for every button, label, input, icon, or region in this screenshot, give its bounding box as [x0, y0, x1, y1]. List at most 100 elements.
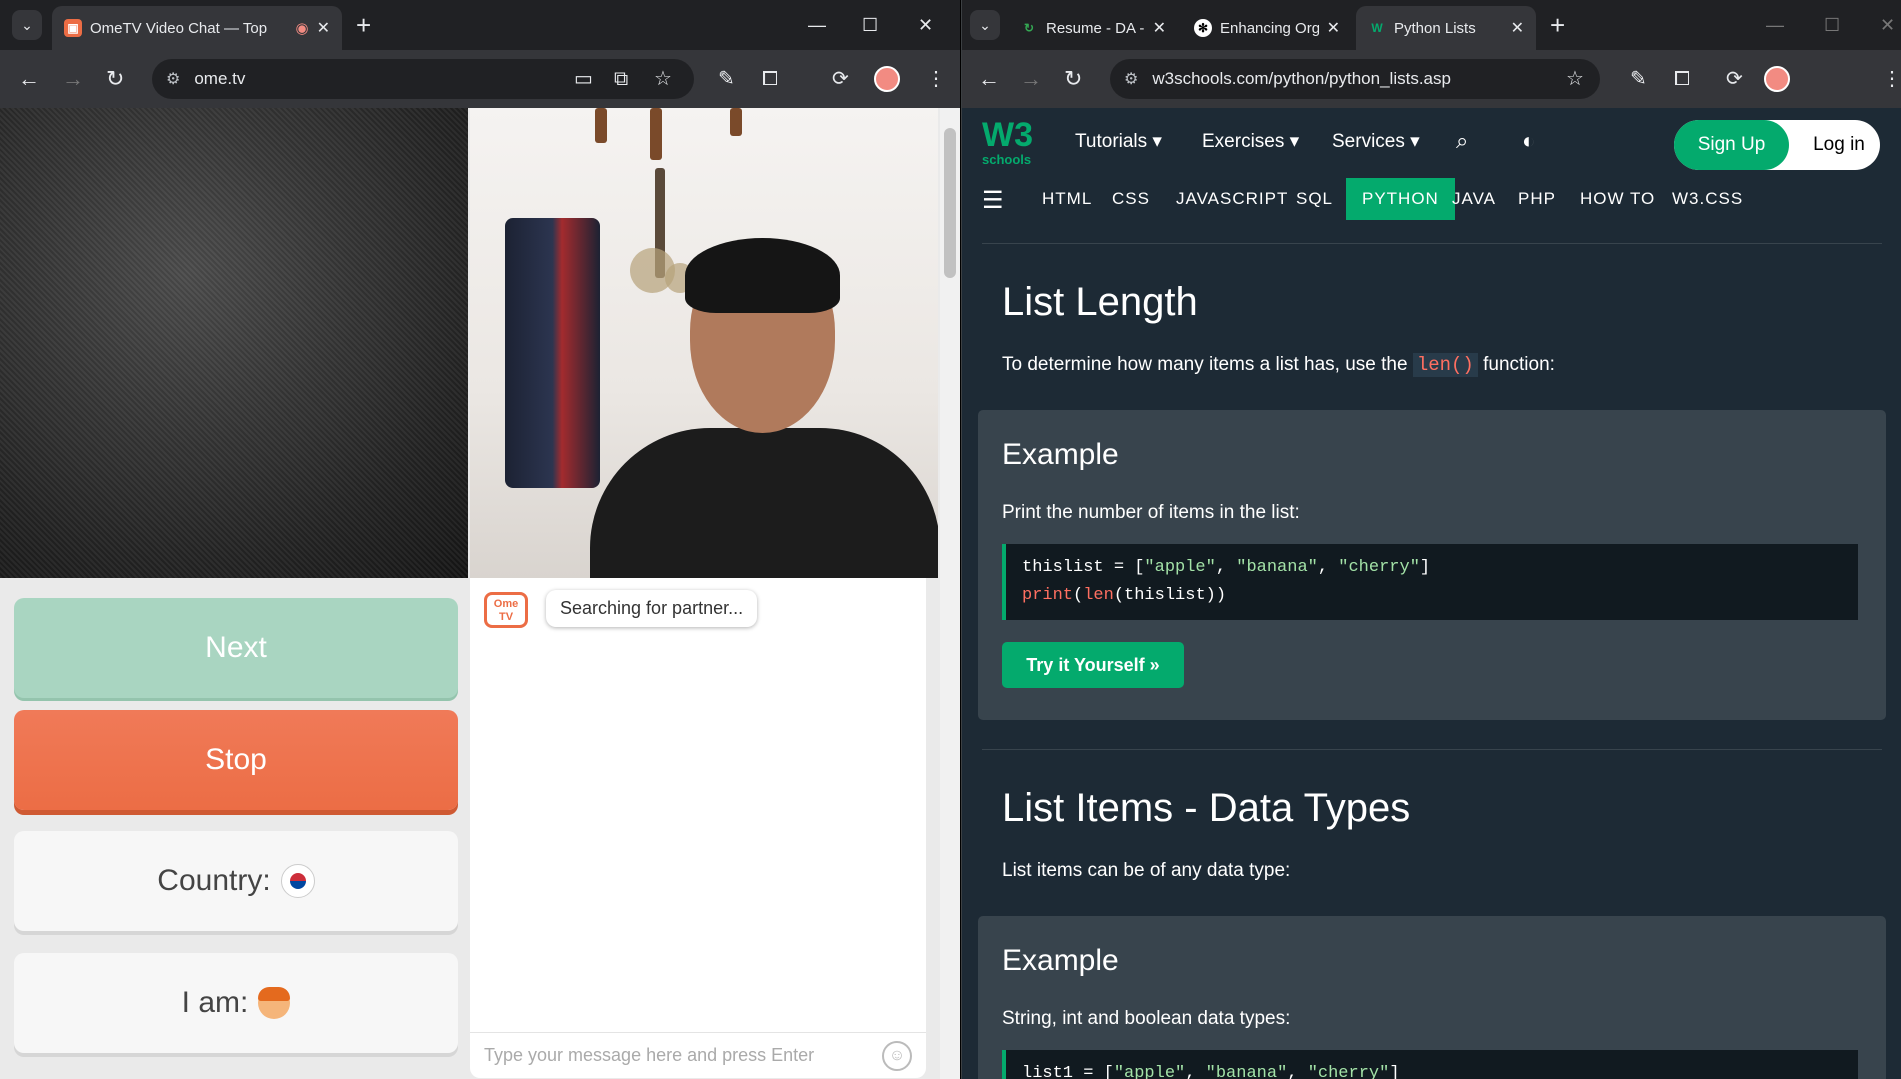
section-intro: List items can be of any data type:: [1002, 860, 1291, 881]
tab-ometv[interactable]: ▣ OmeTV Video Chat — Top ◉ ✕: [52, 6, 342, 50]
code-block: thislist = ["apple", "banana", "cherry"]…: [1002, 544, 1858, 620]
browser-window-right: ⌄ ↻ Resume - DA - Onl ✕ ✻ Enhancing Orga…: [961, 0, 1901, 1079]
back-icon[interactable]: ←: [978, 64, 1000, 94]
log-in-button[interactable]: Log in: [1799, 120, 1879, 170]
forward-icon[interactable]: →: [1020, 64, 1042, 94]
close-icon[interactable]: ✕: [317, 18, 330, 38]
profile-avatar[interactable]: [874, 66, 900, 92]
topic-nav: ☰ HTML CSS JAVASCRIPT SQL PYTHON JAVA PH…: [962, 178, 1901, 222]
code-line: list1 = ["apple", "banana", "cherry"]: [1022, 1064, 1400, 1079]
tab-strip: ⌄ ▣ OmeTV Video Chat — Top ◉ ✕ + — ☐ ✕: [0, 0, 960, 50]
search-icon[interactable]: ⌕: [1456, 128, 1468, 154]
tab-search-button[interactable]: ⌄: [12, 10, 42, 40]
address-bar[interactable]: ⚙ w3schools.com/python/python_lists.asp: [1110, 59, 1600, 99]
topic-php[interactable]: PHP: [1502, 178, 1572, 220]
code-line: print(len(thislist)): [1022, 586, 1227, 605]
intro-text: To determine how many items a list has, …: [1002, 354, 1413, 375]
menu-tutorials[interactable]: Tutorials ▾: [1075, 130, 1162, 153]
example-box: Example String, int and boolean data typ…: [978, 916, 1886, 1079]
message-input[interactable]: Type your message here and press Enter ☺: [470, 1032, 926, 1078]
close-icon[interactable]: ✕: [1327, 18, 1340, 38]
minimize-button[interactable]: —: [1766, 10, 1784, 40]
sync-icon[interactable]: ⟳: [832, 64, 849, 94]
section-title: List Items - Data Types: [1002, 786, 1411, 830]
section-intro: To determine how many items a list has, …: [1002, 353, 1555, 377]
auth-buttons: Sign Up Log in: [1674, 120, 1880, 170]
menu-icon[interactable]: ⋮: [1882, 64, 1901, 94]
bookmark-star-icon[interactable]: ☆: [1566, 64, 1584, 94]
gender-selector[interactable]: I am:: [14, 953, 458, 1053]
country-label: Country:: [157, 864, 271, 897]
lantern-decor: [730, 108, 742, 136]
country-selector[interactable]: Country:: [14, 831, 458, 931]
forward-icon[interactable]: →: [62, 64, 84, 94]
close-icon[interactable]: ✕: [1153, 18, 1166, 38]
example-text: String, int and boolean data types:: [1002, 1008, 1291, 1029]
minimize-button[interactable]: —: [808, 10, 826, 40]
bookmark-star-icon[interactable]: ☆: [654, 64, 672, 94]
reload-icon[interactable]: ↻: [1064, 64, 1082, 94]
tab-title: Python Lists: [1394, 19, 1476, 37]
w3schools-logo[interactable]: W3 schools: [982, 118, 1033, 167]
url-text: ome.tv: [194, 69, 246, 88]
tab-resume[interactable]: ↻ Resume - DA - Onl ✕: [1008, 6, 1178, 50]
camera-icon[interactable]: ▭: [574, 64, 593, 94]
close-window-button[interactable]: ✕: [918, 10, 933, 40]
divider: [982, 243, 1882, 244]
boy-icon: [258, 987, 291, 1019]
tab-search-button[interactable]: ⌄: [970, 10, 1000, 40]
topic-css[interactable]: CSS: [1096, 178, 1166, 220]
back-icon[interactable]: ←: [18, 64, 40, 94]
scrollbar-thumb[interactable]: [944, 128, 956, 278]
sign-up-button[interactable]: Sign Up: [1674, 120, 1789, 170]
topic-sql[interactable]: SQL: [1280, 178, 1349, 220]
section-title: List Length: [1002, 280, 1198, 324]
eyedropper-icon[interactable]: ✎: [1630, 64, 1647, 94]
extensions-icon[interactable]: ⧠: [1674, 64, 1690, 94]
maximize-button[interactable]: ☐: [862, 10, 878, 40]
tab-python-lists[interactable]: W Python Lists ✕: [1356, 6, 1536, 50]
iam-label: I am:: [181, 986, 249, 1019]
openai-icon: ✻: [1194, 19, 1212, 37]
emoji-icon[interactable]: ☺: [882, 1041, 912, 1071]
menu-icon[interactable]: ⋮: [926, 64, 946, 94]
message-placeholder: Type your message here and press Enter: [484, 1045, 815, 1065]
logo-sub: schools: [982, 152, 1032, 167]
cast-icon[interactable]: ⧉: [614, 64, 628, 94]
reload-icon[interactable]: ↻: [106, 64, 124, 94]
browser-window-left: ⌄ ▣ OmeTV Video Chat — Top ◉ ✕ + — ☐ ✕ ←…: [0, 0, 960, 1079]
close-window-button[interactable]: ✕: [1880, 10, 1895, 40]
try-it-button[interactable]: Try it Yourself »: [1002, 642, 1184, 688]
menu-exercises[interactable]: Exercises ▾: [1202, 130, 1299, 153]
extensions-icon[interactable]: ⧠: [762, 64, 778, 94]
menu-services[interactable]: Services ▾: [1332, 130, 1420, 153]
person-body: [590, 428, 938, 578]
eyedropper-icon[interactable]: ✎: [718, 64, 735, 94]
divider: [982, 749, 1882, 750]
person-hair: [685, 238, 840, 313]
profile-avatar[interactable]: [1764, 66, 1790, 92]
toolbar: ← → ↻ ⚙ ome.tv ▭ ⧉ ☆ ✎ ⧠ ⟳ ⋮: [0, 50, 960, 108]
site-info-icon[interactable]: ⚙: [166, 69, 180, 89]
sync-icon[interactable]: ⟳: [1726, 64, 1743, 94]
topic-java[interactable]: JAVA: [1436, 178, 1512, 220]
scrollbar[interactable]: [940, 108, 960, 1079]
hamburger-icon[interactable]: ☰: [982, 186, 1004, 215]
close-icon[interactable]: ✕: [1511, 18, 1524, 38]
tab-enhancing[interactable]: ✻ Enhancing Organiz ✕: [1182, 6, 1352, 50]
new-tab-button[interactable]: +: [1550, 10, 1565, 40]
maximize-button[interactable]: ☐: [1824, 10, 1840, 40]
stop-button[interactable]: Stop: [14, 710, 458, 810]
dark-mode-icon[interactable]: ◐: [1522, 128, 1535, 154]
refresh-leaf-icon: ↻: [1023, 21, 1035, 35]
code-line: thislist = ["apple", "banana", "cherry"]: [1022, 558, 1431, 577]
address-bar[interactable]: ⚙ ome.tv: [152, 59, 694, 99]
w3schools-icon: W: [1371, 21, 1383, 35]
site-info-icon[interactable]: ⚙: [1124, 69, 1138, 89]
tab-strip: ⌄ ↻ Resume - DA - Onl ✕ ✻ Enhancing Orga…: [962, 0, 1901, 50]
topic-w3css[interactable]: W3.CSS: [1656, 178, 1759, 220]
new-tab-button[interactable]: +: [356, 10, 371, 40]
ometv-logo: Ome TV: [484, 592, 528, 628]
next-button[interactable]: Next: [14, 598, 458, 698]
self-video: [470, 108, 938, 578]
